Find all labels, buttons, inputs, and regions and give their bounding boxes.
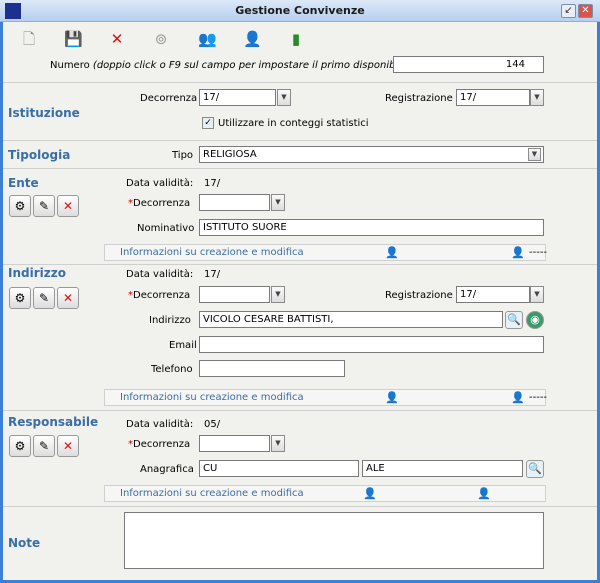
- user-modified-icon: 👤: [511, 391, 525, 404]
- divider: [3, 410, 597, 411]
- chevron-down-icon[interactable]: ▼: [530, 286, 544, 303]
- decorrenza-label: Decorrenza: [140, 93, 198, 104]
- close-button[interactable]: ✕: [578, 4, 593, 18]
- responsabile-heading: Responsabile: [8, 415, 99, 429]
- decorrenza-label: Decorrenza: [133, 290, 191, 301]
- numero-hint: (doppio click o F9 sul campo per imposta…: [92, 60, 412, 71]
- chevron-down-icon[interactable]: ▼: [277, 89, 291, 106]
- delete-icon[interactable]: ✕: [57, 435, 79, 457]
- indirizzo-label: Indirizzo: [149, 315, 191, 326]
- modifica-value: -----: [529, 392, 548, 403]
- nominativo-label: Nominativo: [137, 223, 195, 234]
- new-icon[interactable]: 🗋: [20, 30, 38, 48]
- registrazione-label: Registrazione: [385, 93, 453, 104]
- decorrenza-label: Decorrenza: [133, 439, 191, 450]
- delete-icon[interactable]: ✕: [57, 287, 79, 309]
- nome-input[interactable]: ALE: [362, 460, 523, 477]
- decorrenza-label: Decorrenza: [133, 198, 191, 209]
- delete-icon[interactable]: ✕: [57, 195, 79, 217]
- globe-icon[interactable]: ◉: [526, 311, 544, 329]
- email-label: Email: [169, 340, 197, 351]
- email-input[interactable]: [199, 336, 544, 353]
- binoculars-icon[interactable]: ⊚: [152, 30, 170, 48]
- chevron-down-icon[interactable]: ▼: [528, 148, 541, 161]
- info-bar[interactable]: Informazioni su creazione e modifica 👤 👤: [104, 485, 546, 502]
- validita-label: Data validità:: [126, 178, 194, 189]
- add-icon[interactable]: ⚙: [9, 287, 31, 309]
- user-created-icon: 👤: [363, 487, 377, 500]
- validita-value: 17/: [204, 178, 221, 189]
- info-bar[interactable]: Informazioni su creazione e modifica 👤 👤…: [104, 244, 548, 261]
- telefono-label: Telefono: [151, 364, 193, 375]
- ente-decorrenza-input[interactable]: [199, 194, 270, 211]
- divider: [3, 140, 597, 141]
- divider: [3, 168, 597, 169]
- chevron-down-icon[interactable]: ▼: [530, 89, 544, 106]
- user-created-icon: 👤: [385, 246, 399, 259]
- cognome-input[interactable]: CU: [199, 460, 359, 477]
- note-textarea[interactable]: [124, 512, 544, 569]
- istituzione-registrazione-input[interactable]: 17/: [456, 89, 530, 106]
- numero-input[interactable]: 144: [393, 56, 544, 73]
- responsabile-decorrenza-input[interactable]: [199, 435, 270, 452]
- anagrafica-label: Anagrafica: [140, 464, 194, 475]
- divider: [3, 506, 597, 507]
- indirizzo-heading: Indirizzo: [8, 266, 66, 280]
- istituzione-heading: Istituzione: [8, 106, 80, 120]
- numero-label: Numero: [50, 60, 90, 71]
- delete-icon[interactable]: ✕: [108, 30, 126, 48]
- restore-button[interactable]: ↙: [561, 4, 576, 18]
- validita-value: 05/: [204, 419, 221, 430]
- edit-icon[interactable]: ✎: [33, 195, 55, 217]
- indirizzo-decorrenza-input[interactable]: [199, 286, 270, 303]
- info-label: Informazioni su creazione e modifica: [120, 488, 304, 499]
- tipologia-heading: Tipologia: [8, 148, 71, 162]
- person-card-icon[interactable]: 👤: [243, 30, 262, 48]
- add-icon[interactable]: ⚙: [9, 195, 31, 217]
- indirizzo-registrazione-input[interactable]: 17/: [456, 286, 530, 303]
- divider: [3, 82, 597, 83]
- save-icon[interactable]: 💾: [64, 30, 83, 48]
- info-label: Informazioni su creazione e modifica: [120, 392, 304, 403]
- divider: [3, 264, 597, 265]
- validita-label: Data validità:: [126, 269, 194, 280]
- validita-label: Data validità:: [126, 419, 194, 430]
- chevron-down-icon[interactable]: ▼: [271, 194, 285, 211]
- edit-icon[interactable]: ✎: [33, 435, 55, 457]
- statistici-checkbox[interactable]: ✓: [202, 117, 214, 129]
- tipo-label: Tipo: [172, 150, 194, 161]
- modifica-value: -----: [529, 247, 548, 258]
- validita-value: 17/: [204, 269, 221, 280]
- title-bar: Gestione Convivenze ↙ ✕: [0, 0, 600, 22]
- binder-icon[interactable]: ▮: [287, 30, 305, 48]
- user-modified-icon: 👤: [511, 246, 525, 259]
- chevron-down-icon[interactable]: ▼: [271, 435, 285, 452]
- indirizzo-input[interactable]: VICOLO CESARE BATTISTI,: [199, 311, 503, 328]
- tipo-select[interactable]: RELIGIOSA: [199, 146, 544, 163]
- istituzione-decorrenza-input[interactable]: 17/: [199, 89, 276, 106]
- add-icon[interactable]: ⚙: [9, 435, 31, 457]
- search-icon[interactable]: 🔍: [526, 460, 544, 478]
- window-title: Gestione Convivenze: [235, 4, 365, 17]
- search-icon[interactable]: 🔍: [505, 311, 523, 329]
- users-icon[interactable]: 👥: [198, 30, 217, 48]
- user-modified-icon: 👤: [477, 487, 491, 500]
- nominativo-input[interactable]: ISTITUTO SUORE: [199, 219, 544, 236]
- user-created-icon: 👤: [385, 391, 399, 404]
- ente-heading: Ente: [8, 176, 39, 190]
- statistici-label: Utilizzare in conteggi statistici: [218, 118, 369, 129]
- note-heading: Note: [8, 536, 41, 550]
- registrazione-label: Registrazione: [385, 290, 453, 301]
- edit-icon[interactable]: ✎: [33, 287, 55, 309]
- telefono-input[interactable]: [199, 360, 345, 377]
- chevron-down-icon[interactable]: ▼: [271, 286, 285, 303]
- info-bar[interactable]: Informazioni su creazione e modifica 👤 👤…: [104, 389, 548, 406]
- info-label: Informazioni su creazione e modifica: [120, 247, 304, 258]
